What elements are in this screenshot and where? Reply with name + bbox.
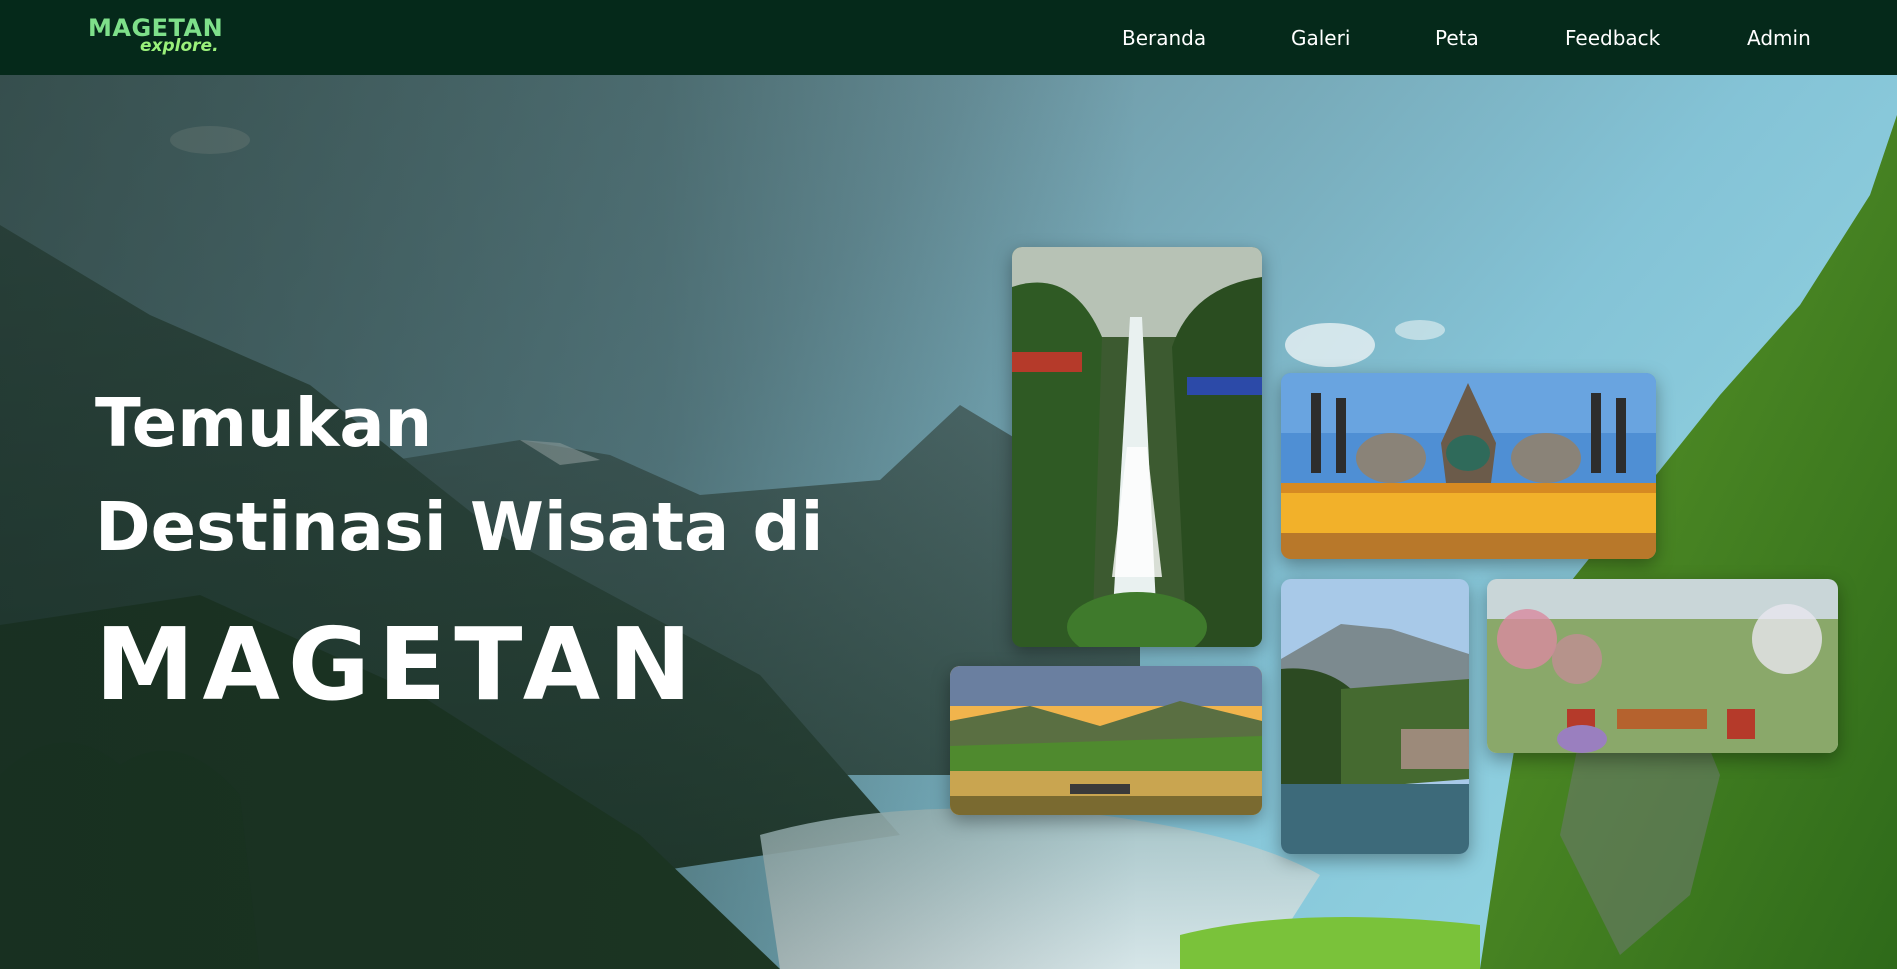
gallery-card-monument[interactable] — [1281, 373, 1656, 559]
sunset-lake-photo — [950, 666, 1262, 815]
brand-logo[interactable]: MAGETAN explore. — [88, 16, 223, 60]
navbar: MAGETAN explore. Beranda Galeri Peta Fee… — [0, 0, 1897, 75]
logo-tagline: explore. — [140, 36, 219, 56]
nav-link-beranda[interactable]: Beranda — [1122, 24, 1206, 52]
waterfall-photo — [1012, 247, 1262, 647]
hero-heading-line-1: Temukan — [95, 384, 433, 462]
gallery-card-waterfall[interactable] — [1012, 247, 1262, 647]
gallery-card-garden[interactable] — [1487, 579, 1838, 753]
nav-link-peta[interactable]: Peta — [1435, 24, 1479, 52]
hero-heading-line-2: Destinasi Wisata di — [95, 488, 824, 566]
gallery-card-sunset[interactable] — [950, 666, 1262, 815]
hero-section: Temukan Destinasi Wisata di MAGETAN — [0, 75, 1897, 969]
mountain-lake-photo — [1281, 579, 1469, 854]
gallery-card-lake[interactable] — [1281, 579, 1469, 854]
nav-link-admin[interactable]: Admin — [1747, 24, 1811, 52]
magetan-monument-photo — [1281, 373, 1656, 559]
flower-garden-photo — [1487, 579, 1838, 753]
nav-link-feedback[interactable]: Feedback — [1565, 24, 1660, 52]
nav-link-galeri[interactable]: Galeri — [1291, 24, 1350, 52]
hero-heading-magetan: MAGETAN — [95, 606, 700, 723]
